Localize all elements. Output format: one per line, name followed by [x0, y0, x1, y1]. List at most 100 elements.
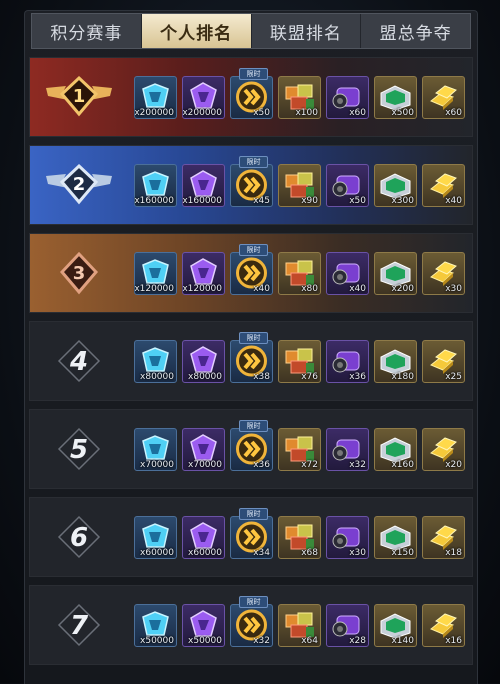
reward-quantity: x20 [445, 459, 462, 470]
purple-engine-reward[interactable]: x32 [326, 427, 369, 471]
reward-items: x60000 x60000 限时 x34 x68 x30 x150 x18 [128, 507, 465, 559]
purple-crystal-reward[interactable]: x200000 [182, 75, 225, 119]
reward-quantity: x50 [253, 107, 270, 118]
gold-bars-reward[interactable]: x20 [422, 427, 465, 471]
timed-tag: 限时 [239, 595, 268, 608]
reward-quantity: x30 [349, 547, 366, 558]
supply-crates-reward[interactable]: x80 [278, 251, 321, 295]
purple-crystal-reward[interactable]: x70000 [182, 427, 225, 471]
green-chest-reward[interactable]: x150 [374, 515, 417, 559]
gold-bars-reward[interactable]: x30 [422, 251, 465, 295]
speed-boost-reward[interactable]: 限时 x45 [230, 155, 273, 207]
speed-boost-reward[interactable]: 限时 x34 [230, 507, 273, 559]
purple-engine-reward[interactable]: x36 [326, 339, 369, 383]
reward-quantity: x60 [349, 107, 366, 118]
purple-crystal-reward[interactable]: x60000 [182, 515, 225, 559]
reward-quantity: x45 [253, 195, 270, 206]
ranking-row: 5 x70000 x70000 限时 x36 x72 x32 x160 x20 [29, 409, 473, 489]
rank-number: 7 [70, 611, 89, 641]
timed-tag: 限时 [239, 507, 268, 520]
reward-quantity: x36 [349, 371, 366, 382]
tab-personal-ranking[interactable]: 个人排名 [141, 14, 252, 48]
cyan-crystal-reward[interactable]: x60000 [134, 515, 177, 559]
green-chest-reward[interactable]: x300 [374, 163, 417, 207]
reward-items: x160000 x160000 限时 x45 x90 x50 x300 x40 [128, 155, 465, 207]
reward-quantity: x140 [391, 635, 414, 646]
reward-quantity: x160 [391, 459, 414, 470]
rank-number: 6 [70, 523, 88, 553]
rank-number: 2 [73, 174, 86, 195]
purple-engine-reward[interactable]: x28 [326, 603, 369, 647]
reward-quantity: x50000 [140, 635, 174, 646]
tab-points-event[interactable]: 积分赛事 [32, 14, 142, 48]
tab-alliance-ranking[interactable]: 联盟排名 [252, 14, 362, 48]
speed-boost-reward[interactable]: 限时 x36 [230, 419, 273, 471]
gold-bars-reward[interactable]: x25 [422, 339, 465, 383]
cyan-crystal-reward[interactable]: x80000 [134, 339, 177, 383]
rank-badge-icon: 3 [30, 234, 128, 312]
gold-bars-reward[interactable]: x40 [422, 163, 465, 207]
gold-bars-reward[interactable]: x16 [422, 603, 465, 647]
rank-badge-icon: 5 [30, 410, 128, 488]
reward-quantity: x60 [445, 107, 462, 118]
cyan-crystal-reward[interactable]: x50000 [134, 603, 177, 647]
reward-quantity: x40 [445, 195, 462, 206]
reward-quantity: x200000 [182, 107, 222, 118]
purple-crystal-reward[interactable]: x50000 [182, 603, 225, 647]
supply-crates-reward[interactable]: x90 [278, 163, 321, 207]
speed-boost-reward[interactable]: 限时 x40 [230, 243, 273, 295]
reward-quantity: x64 [301, 635, 318, 646]
reward-items: x120000 x120000 限时 x40 x80 x40 x200 x30 [128, 243, 465, 295]
purple-crystal-reward[interactable]: x80000 [182, 339, 225, 383]
purple-engine-reward[interactable]: x30 [326, 515, 369, 559]
supply-crates-reward[interactable]: x100 [278, 75, 321, 119]
reward-quantity: x500 [391, 107, 414, 118]
gold-bars-reward[interactable]: x60 [422, 75, 465, 119]
supply-crates-reward[interactable]: x72 [278, 427, 321, 471]
purple-crystal-reward[interactable]: x120000 [182, 251, 225, 295]
rank-number: 5 [70, 435, 88, 465]
reward-quantity: x200000 [134, 107, 174, 118]
gold-bars-reward[interactable]: x18 [422, 515, 465, 559]
cyan-crystal-reward[interactable]: x160000 [134, 163, 177, 207]
ranking-row: 3 x120000 x120000 限时 x40 x80 x40 x200 x30 [29, 233, 473, 313]
rank-badge-icon: 6 [30, 498, 128, 576]
speed-boost-reward[interactable]: 限时 x50 [230, 67, 273, 119]
cyan-crystal-reward[interactable]: x200000 [134, 75, 177, 119]
ranking-row: 7 x50000 x50000 限时 x32 x64 x28 x140 x16 [29, 585, 473, 665]
rank-badge-icon: 2 [30, 146, 128, 224]
supply-crates-reward[interactable]: x64 [278, 603, 321, 647]
reward-quantity: x70000 [188, 459, 222, 470]
cyan-crystal-reward[interactable]: x120000 [134, 251, 177, 295]
cyan-crystal-reward[interactable]: x70000 [134, 427, 177, 471]
green-chest-reward[interactable]: x200 [374, 251, 417, 295]
timed-tag: 限时 [239, 155, 268, 168]
green-chest-reward[interactable]: x140 [374, 603, 417, 647]
timed-tag: 限时 [239, 243, 268, 256]
reward-quantity: x32 [349, 459, 366, 470]
speed-boost-reward[interactable]: 限时 x32 [230, 595, 273, 647]
rank-number: 1 [73, 86, 86, 107]
purple-engine-reward[interactable]: x50 [326, 163, 369, 207]
purple-engine-reward[interactable]: x40 [326, 251, 369, 295]
supply-crates-reward[interactable]: x76 [278, 339, 321, 383]
speed-boost-reward[interactable]: 限时 x38 [230, 331, 273, 383]
supply-crates-reward[interactable]: x68 [278, 515, 321, 559]
green-chest-reward[interactable]: x160 [374, 427, 417, 471]
reward-quantity: x18 [445, 547, 462, 558]
reward-quantity: x300 [391, 195, 414, 206]
reward-quantity: x70000 [140, 459, 174, 470]
purple-engine-reward[interactable]: x60 [326, 75, 369, 119]
reward-list: 1 x200000 x200000 限时 x50 x100 x60 x500 x60 2 x1600… [29, 57, 473, 673]
reward-quantity: x120000 [182, 283, 222, 294]
green-chest-reward[interactable]: x500 [374, 75, 417, 119]
reward-quantity: x60000 [188, 547, 222, 558]
reward-quantity: x40 [253, 283, 270, 294]
green-chest-reward[interactable]: x180 [374, 339, 417, 383]
tab-alliance-contest[interactable]: 盟总争夺 [361, 14, 470, 48]
reward-quantity: x100 [295, 107, 318, 118]
purple-crystal-reward[interactable]: x160000 [182, 163, 225, 207]
reward-quantity: x28 [349, 635, 366, 646]
reward-items: x80000 x80000 限时 x38 x76 x36 x180 x25 [128, 331, 465, 383]
reward-quantity: x80000 [140, 371, 174, 382]
